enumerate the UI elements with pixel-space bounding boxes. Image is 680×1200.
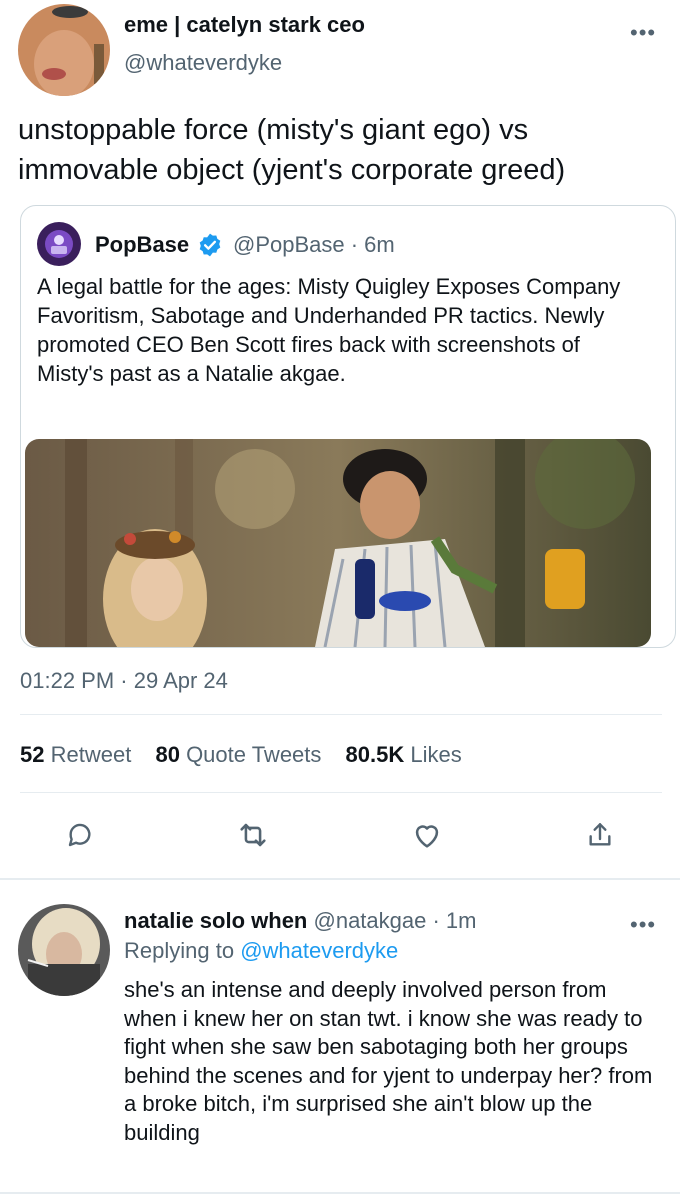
like-count[interactable]: 80.5K	[346, 742, 405, 767]
tweet-separator	[0, 1192, 680, 1194]
quoted-author-avatar[interactable]	[37, 222, 81, 266]
reply-text: she's an intense and deeply involved per…	[124, 977, 653, 1145]
tweet-separator	[0, 878, 680, 880]
more-dots-icon[interactable]: •••	[630, 22, 656, 44]
reply-author-name[interactable]: natalie solo when	[124, 908, 307, 933]
retweet-label[interactable]: Retweet	[51, 742, 132, 767]
reply-author-line[interactable]: natalie solo when @natakgae · 1m	[124, 908, 476, 934]
more-dots-icon[interactable]: •••	[630, 914, 656, 936]
author-handle[interactable]: @whateverdyke	[124, 50, 282, 76]
retweet-icon[interactable]	[233, 815, 273, 855]
divider	[20, 792, 662, 793]
author-avatar[interactable]	[18, 4, 110, 96]
divider	[20, 714, 662, 715]
quoted-tweet-photo[interactable]	[25, 439, 651, 647]
author-name[interactable]: eme | catelyn stark ceo	[124, 12, 365, 38]
engagement-stats: 52 Retweet 80 Quote Tweets 80.5K Likes	[20, 742, 480, 768]
like-icon[interactable]	[407, 815, 447, 855]
quote-count[interactable]: 80	[155, 742, 179, 767]
quoted-tweet-card[interactable]: PopBase @PopBase · 6m A legal battle for…	[20, 205, 676, 648]
replying-to-line: Replying to @whateverdyke	[124, 938, 398, 964]
replying-to-handle-link[interactable]: @whateverdyke	[240, 938, 398, 963]
verified-badge-icon	[197, 232, 223, 258]
quote-label[interactable]: Quote Tweets	[186, 742, 321, 767]
like-label[interactable]: Likes	[410, 742, 461, 767]
tweet-timestamp[interactable]: 01:22 PM · 29 Apr 24	[20, 668, 228, 694]
reply-author-handle[interactable]: @natakgae · 1m	[314, 908, 477, 933]
reply-icon[interactable]	[60, 815, 100, 855]
quoted-author-handle[interactable]: @PopBase · 6m	[233, 232, 395, 258]
reply-author-avatar[interactable]	[18, 904, 110, 996]
quoted-tweet-text: A legal battle for the ages: Misty Quigl…	[37, 274, 621, 386]
replying-to-prefix: Replying to	[124, 938, 235, 963]
retweet-count[interactable]: 52	[20, 742, 44, 767]
tweet-text: unstoppable force (misty's giant ego) vs…	[18, 114, 566, 186]
quoted-author-name[interactable]: PopBase	[95, 232, 189, 258]
share-icon[interactable]	[580, 815, 620, 855]
